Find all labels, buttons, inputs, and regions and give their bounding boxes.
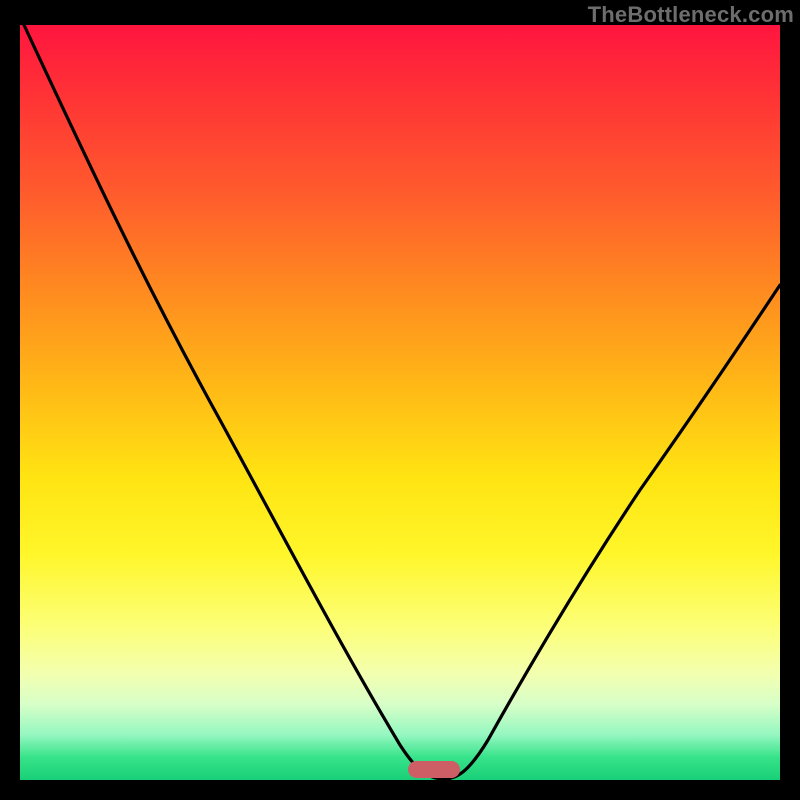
- optimal-marker: [408, 761, 460, 778]
- watermark-text: TheBottleneck.com: [588, 2, 794, 28]
- chart-frame: TheBottleneck.com: [0, 0, 800, 800]
- gradient-plot-area: [20, 25, 780, 780]
